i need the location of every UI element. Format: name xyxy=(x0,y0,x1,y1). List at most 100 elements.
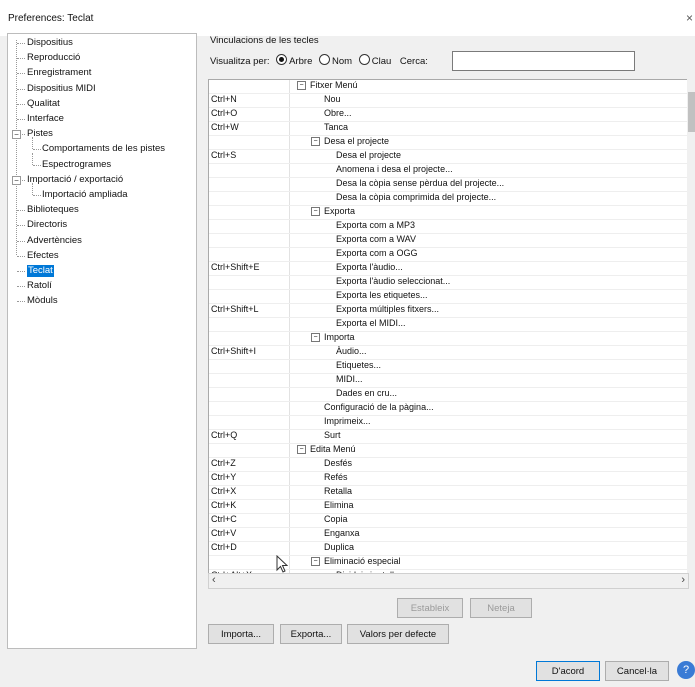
binding-row[interactable]: Desa la còpia sense pèrdua del projecte.… xyxy=(209,177,688,192)
binding-row[interactable]: Ctrl+Shift+E Exporta l'àudio... xyxy=(209,261,688,276)
binding-row[interactable]: Exporta el MIDI... xyxy=(209,317,688,332)
search-input[interactable] xyxy=(452,51,635,71)
sidebar-subitem[interactable]: Espectrogrames xyxy=(42,159,111,171)
binding-command: Enganxa xyxy=(324,528,360,538)
sidebar-item-4[interactable]: Qualitat xyxy=(27,98,60,110)
collapse-icon[interactable]: − xyxy=(311,207,320,217)
binding-group[interactable]: − Importa xyxy=(311,332,355,343)
binding-row[interactable]: Ctrl+S Desa el projecte xyxy=(209,149,688,164)
sidebar-item-12[interactable]: Teclat xyxy=(27,265,54,277)
sidebar-item-11[interactable]: Efectes xyxy=(27,250,59,262)
binding-row[interactable]: Dades en cru... xyxy=(209,387,688,402)
binding-row[interactable]: Ctrl+W Tanca xyxy=(209,121,688,136)
binding-row[interactable]: − Importa xyxy=(209,331,688,346)
collapse-icon[interactable]: − xyxy=(311,333,320,343)
radio-name-label[interactable]: Nom xyxy=(332,56,352,67)
binding-row[interactable]: Ctrl+Y Refés xyxy=(209,471,688,486)
scroll-right-icon[interactable]: › xyxy=(681,574,685,586)
set-button[interactable]: Estableix xyxy=(397,598,463,618)
collapse-icon[interactable]: − xyxy=(297,445,306,455)
clear-button[interactable]: Neteja xyxy=(470,598,532,618)
sidebar-subitem[interactable]: Comportaments de les pistes xyxy=(42,143,165,155)
binding-command: Surt xyxy=(324,430,341,440)
binding-row[interactable]: Ctrl+Shift+L Exporta múltiples fitxers... xyxy=(209,303,688,318)
preferences-tree[interactable]: Dispositius Reproducció Enregistrament Disp… xyxy=(7,33,197,649)
binding-group[interactable]: − Fitxer Menú xyxy=(297,80,358,91)
binding-row[interactable]: Configuració de la pàgina... xyxy=(209,401,688,416)
binding-group-label: Desa el projecte xyxy=(324,136,390,146)
tree-connector xyxy=(17,286,25,288)
binding-row[interactable]: Ctrl+K Elimina xyxy=(209,499,688,514)
import-button[interactable]: Importa... xyxy=(208,624,274,644)
binding-row[interactable]: − Desa el projecte xyxy=(209,135,688,150)
binding-group[interactable]: − Exporta xyxy=(311,206,355,217)
sidebar-item-1[interactable]: Reproducció xyxy=(27,52,80,64)
sidebar-item-7[interactable]: Importació / exportació xyxy=(27,174,123,186)
binding-row[interactable]: Ctrl+V Enganxa xyxy=(209,527,688,542)
cancel-button[interactable]: Cancel·la xyxy=(605,661,669,681)
radio-name[interactable] xyxy=(319,54,331,65)
binding-row[interactable]: Ctrl+Z Desfés xyxy=(209,457,688,472)
help-icon[interactable]: ? xyxy=(677,661,695,679)
binding-row[interactable]: − Edita Menú xyxy=(209,443,688,458)
defaults-button[interactable]: Valors per defecte xyxy=(347,624,449,644)
sidebar-item-6[interactable]: Pistes xyxy=(27,128,53,140)
radio-tree[interactable] xyxy=(276,54,288,65)
key-bindings-grid[interactable]: − Fitxer Menú Ctrl+N Nou Ctrl+O Obre... Ctrl+W… xyxy=(208,79,689,575)
binding-row[interactable]: − Fitxer Menú xyxy=(209,80,688,94)
binding-row[interactable]: Ctrl+Shift+I Àudio... xyxy=(209,345,688,360)
radio-key-label[interactable]: Clau xyxy=(372,56,392,67)
sidebar-item-9[interactable]: Directoris xyxy=(27,219,67,231)
radio-key[interactable] xyxy=(358,54,370,65)
binding-row[interactable]: Exporta com a OGG xyxy=(209,247,688,262)
binding-row[interactable]: MIDI... xyxy=(209,373,688,388)
binding-row[interactable]: Ctrl+X Retalla xyxy=(209,485,688,500)
scroll-left-icon[interactable]: ‹ xyxy=(212,574,216,586)
sidebar-item-14[interactable]: Mòduls xyxy=(27,295,58,307)
binding-row[interactable]: Desa la còpia comprimida del projecte... xyxy=(209,191,688,206)
binding-row[interactable]: Anomena i desa el projecte... xyxy=(209,163,688,178)
sidebar-item-3[interactable]: Dispositius MIDI xyxy=(27,83,96,95)
binding-row[interactable]: Exporta l'àudio seleccionat... xyxy=(209,275,688,290)
sidebar-item-13[interactable]: Ratolí xyxy=(27,280,52,292)
binding-row[interactable]: Exporta les etiquetes... xyxy=(209,289,688,304)
ok-button[interactable]: D'acord xyxy=(536,661,600,681)
tree-connector xyxy=(17,58,25,60)
binding-row[interactable]: Ctrl+N Nou xyxy=(209,93,688,108)
binding-row[interactable]: Etiquetes... xyxy=(209,359,688,374)
sidebar-item-2[interactable]: Enregistrament xyxy=(27,67,91,79)
binding-command: Copia xyxy=(324,514,348,524)
sidebar-subitem[interactable]: Importació ampliada xyxy=(42,189,128,201)
binding-row[interactable]: Exporta com a WAV xyxy=(209,233,688,248)
sidebar-item-10[interactable]: Advertències xyxy=(27,235,82,247)
view-by-row: Visualitza per: Arbre Nom Clau Cerca: xyxy=(210,53,428,67)
binding-row[interactable]: Exporta com a MP3 xyxy=(209,219,688,234)
collapse-icon[interactable]: − xyxy=(311,557,320,567)
close-icon[interactable]: × xyxy=(686,11,693,25)
export-button[interactable]: Exporta... xyxy=(280,624,342,644)
vertical-scrollbar[interactable] xyxy=(687,79,695,573)
radio-tree-label[interactable]: Arbre xyxy=(289,56,312,67)
binding-group[interactable]: − Eliminació especial xyxy=(311,556,401,567)
binding-group[interactable]: − Desa el projecte xyxy=(311,136,390,147)
collapse-icon[interactable]: − xyxy=(12,175,21,185)
sidebar-item-8[interactable]: Biblioteques xyxy=(27,204,79,216)
binding-key: Ctrl+C xyxy=(211,514,237,524)
collapse-icon[interactable]: − xyxy=(12,130,21,140)
binding-command: Exporta l'àudio seleccionat... xyxy=(336,276,451,286)
binding-row[interactable]: Ctrl+Q Surt xyxy=(209,429,688,444)
tree-child-guide xyxy=(32,183,33,195)
sidebar-item-0[interactable]: Dispositius xyxy=(27,37,73,49)
horizontal-scrollbar[interactable]: ‹ › xyxy=(208,573,689,589)
binding-group[interactable]: − Edita Menú xyxy=(297,444,356,455)
binding-row[interactable]: Imprimeix... xyxy=(209,415,688,430)
tree-connector xyxy=(17,73,25,75)
binding-row[interactable]: − Exporta xyxy=(209,205,688,220)
collapse-icon[interactable]: − xyxy=(297,81,306,91)
binding-row[interactable]: Ctrl+D Duplica xyxy=(209,541,688,556)
sidebar-item-5[interactable]: Interface xyxy=(27,113,64,125)
binding-row[interactable]: Ctrl+O Obre... xyxy=(209,107,688,122)
vertical-scroll-thumb[interactable] xyxy=(688,92,695,132)
binding-row[interactable]: Ctrl+C Copia xyxy=(209,513,688,528)
collapse-icon[interactable]: − xyxy=(311,137,320,147)
